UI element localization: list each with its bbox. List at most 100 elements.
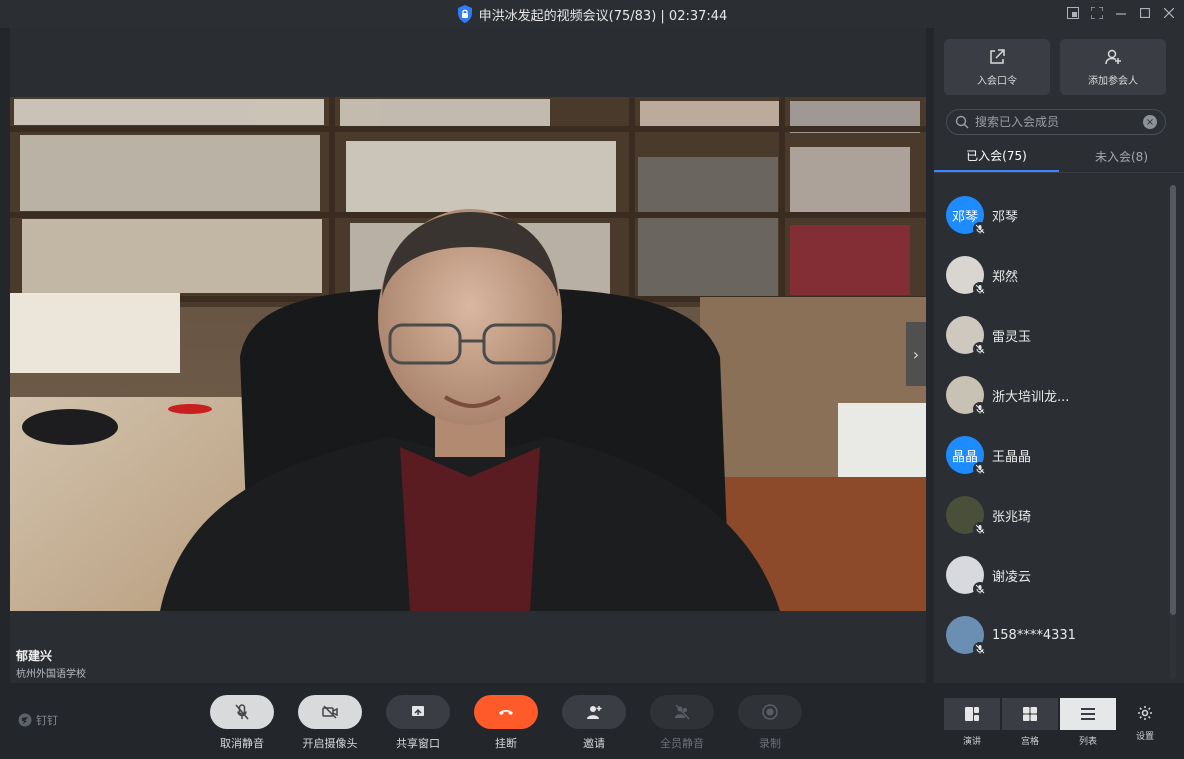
mute-all-control: 全员静音 [650,695,714,751]
member-name: 浙大培训龙... [992,389,1070,405]
record-icon [762,704,778,720]
mic-muted-icon [973,402,987,416]
meeting-code-label: 入会口令 [977,75,1017,87]
avatar [946,556,987,596]
mic-muted-icon [973,462,987,476]
camera-off-icon [322,705,338,719]
member-name: 王晶晶 [992,449,1032,465]
meeting-window: 申洪冰发起的视频会议(75/83) | 02:37:44 › 郁建兴 杭州外国语… [0,0,1184,759]
member-search-input[interactable] [975,115,1135,129]
avatar: 邓琴 [946,196,987,236]
avatar: 晶晶 [946,436,987,476]
settings-label: 设置 [1136,732,1155,742]
member-row[interactable]: 谢凌云 [934,545,1168,605]
hangup-control: 挂断 [474,695,538,751]
mic-muted-icon [973,642,987,656]
avatar [946,376,987,416]
member-row[interactable]: 浙大培训龙... [934,365,1168,425]
member-list-scrollbar[interactable] [1170,185,1176,679]
list-view-control: 列表 [1060,698,1116,747]
add-participant-label: 添加参会人 [1088,75,1138,87]
member-list-scroll-thumb[interactable] [1170,185,1176,615]
start-camera-label: 开启摄像头 [302,737,358,750]
add-user-icon [1105,49,1121,64]
member-name: 谢凌云 [992,569,1032,585]
mic-muted-icon [973,342,987,356]
share-window-control: 共享窗口 [386,695,450,751]
member-row[interactable]: 张兆琦 [934,485,1168,545]
list-view-button[interactable] [1060,698,1116,730]
secure-lock-icon [457,5,472,23]
share-window-label: 共享窗口 [396,737,440,750]
share-screen-icon [412,706,424,716]
next-page-arrow-icon[interactable]: › [906,322,926,386]
meeting-toolbar: 钉钉 取消静音 开启摄像头 共享窗口 挂断 邀请 全员静音 录制 演讲 宫格 列表 设置 [0,683,1184,759]
invite-label: 邀请 [583,737,605,750]
meeting-code-button[interactable]: 入会口令 [944,39,1050,95]
invite-button[interactable] [562,695,626,729]
brand-name: 钉钉 [36,714,58,727]
dingtalk-logo-icon [18,713,32,727]
member-row[interactable]: 158****4331 [934,605,1168,665]
share-out-icon [990,48,1005,64]
video-frame-image [10,97,926,611]
grid-view-icon [1023,707,1037,721]
member-row[interactable]: 雷灵玉 [934,305,1168,365]
member-row[interactable]: 郑然 [934,245,1168,305]
member-row[interactable]: 晶晶 王晶晶 [934,425,1168,485]
title-bar: 申洪冰发起的视频会议(75/83) | 02:37:44 [0,0,1184,28]
grid-view-button[interactable] [1002,698,1058,730]
search-icon [955,115,969,129]
pip-icon[interactable] [1066,4,1080,22]
tab-joined[interactable]: 已入会(75) [934,141,1059,172]
member-name: 张兆琦 [992,509,1032,525]
minimize-icon[interactable] [1114,4,1128,22]
gear-icon [1138,706,1152,720]
speaker-view-icon [965,707,979,721]
list-view-icon [1081,708,1095,720]
settings-button[interactable]: 设置 [1136,705,1154,742]
grid-view-label: 宫格 [1020,737,1039,747]
hangup-button[interactable] [474,695,538,729]
record-button [738,695,802,729]
speaker-name: 郁建兴 [16,649,53,663]
avatar [946,316,987,356]
record-control: 录制 [738,695,802,751]
hangup-icon [499,710,513,715]
speaker-video[interactable] [10,97,926,611]
panel-actions: 入会口令 添加参会人 [944,39,1166,95]
invite-icon [587,706,602,719]
layout-switcher: 演讲 宫格 列表 [944,698,1116,747]
mute-all-button [650,695,714,729]
participants-panel: 入会口令 添加参会人 × 已入会(75) 未入会(8) 邓琴邓琴郑然雷灵玉浙大培… [934,28,1184,683]
maximize-icon[interactable] [1138,4,1152,22]
close-icon[interactable] [1162,4,1176,22]
fullscreen-icon[interactable] [1090,4,1104,22]
start-camera-button[interactable] [298,695,362,729]
member-name: 雷灵玉 [992,329,1032,345]
member-name: 158****4331 [992,627,1076,643]
call-controls: 取消静音 开启摄像头 共享窗口 挂断 邀请 全员静音 录制 [210,695,802,751]
video-stage: › 郁建兴 杭州外国语学校 [10,28,926,683]
unmute-button[interactable] [210,695,274,729]
member-name: 郑然 [992,269,1019,285]
window-title: 申洪冰发起的视频会议(75/83) | 02:37:44 [478,8,728,24]
unmute-control: 取消静音 [210,695,274,751]
share-window-button[interactable] [386,695,450,729]
tab-not-joined[interactable]: 未入会(8) [1059,141,1184,172]
mute-all-icon [675,704,690,720]
member-list: 邓琴 邓琴郑然雷灵玉浙大培训龙... 晶晶 王晶晶张兆琦谢凌云 158****4331 [934,185,1168,679]
clear-search-icon[interactable]: × [1143,115,1157,129]
member-search: × [946,109,1166,135]
member-name: 邓琴 [992,209,1019,225]
avatar [946,496,987,536]
list-view-label: 列表 [1078,737,1097,747]
brand: 钉钉 [18,712,58,728]
speaker-organization: 杭州外国语学校 [16,669,86,680]
mic-muted-icon [973,222,987,236]
grid-view-control: 宫格 [1002,698,1058,747]
speaker-view-button[interactable] [944,698,1000,730]
member-row[interactable]: 邓琴 邓琴 [934,185,1168,245]
add-participant-button[interactable]: 添加参会人 [1060,39,1166,95]
mic-muted-icon [973,522,987,536]
